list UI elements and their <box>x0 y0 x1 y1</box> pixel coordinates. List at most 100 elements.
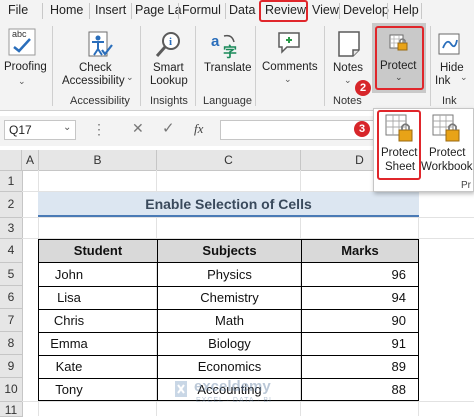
select-all-corner[interactable] <box>0 150 22 171</box>
tab-separator <box>131 3 132 19</box>
name-box-value: Q17 <box>9 123 32 137</box>
cell-marks[interactable]: 90 <box>302 313 406 328</box>
sheet-title: Enable Selection of Cells <box>38 192 419 217</box>
watermark-tagline: EXCEL · DATA · BI <box>196 397 272 404</box>
cell-marks[interactable]: 96 <box>302 267 406 282</box>
chevron-down-icon[interactable]: ⌄ <box>18 76 26 87</box>
row-header[interactable]: 6 <box>0 286 23 309</box>
cell-subject[interactable]: Biology <box>158 336 301 351</box>
row-header[interactable]: 9 <box>0 355 23 378</box>
protect-workbook-line1: Protect <box>429 147 466 159</box>
chevron-down-icon[interactable]: ⌄ <box>126 72 134 83</box>
tab-page-layout[interactable]: Page La <box>135 3 182 17</box>
protect-highlight <box>375 26 424 90</box>
cell-marks[interactable]: 91 <box>302 336 406 351</box>
cell-subject[interactable]: Physics <box>158 267 301 282</box>
check-accessibility-line1[interactable]: Check <box>79 62 112 75</box>
tab-developer[interactable]: Develop <box>343 3 389 17</box>
translate-label[interactable]: Translate <box>204 62 252 75</box>
tab-formulas[interactable]: Formul <box>182 3 221 17</box>
ribbon-separator <box>255 26 256 106</box>
tab-data[interactable]: Data <box>229 3 255 17</box>
row-divider <box>39 309 418 310</box>
review-tab-highlight <box>259 0 308 22</box>
comment-icon[interactable] <box>276 30 302 56</box>
watermark-name: exceldemy <box>194 378 271 395</box>
step-badge-3: 3 <box>354 121 370 137</box>
row-header[interactable]: 11 <box>0 402 23 417</box>
ribbon-tab-bar: File Home Insert Page La Formul Data Rev… <box>0 0 474 23</box>
group-label-language: Language <box>203 95 252 107</box>
tab-separator <box>178 3 179 19</box>
header-marks[interactable]: Marks <box>302 243 418 258</box>
smart-lookup-icon[interactable]: i <box>153 30 183 60</box>
column-header-a[interactable]: A <box>22 150 39 171</box>
grid-line <box>22 217 474 218</box>
tab-file[interactable]: File <box>8 3 28 17</box>
header-student[interactable]: Student <box>39 243 157 258</box>
row-header[interactable]: 7 <box>0 309 23 332</box>
cell-subject[interactable]: Math <box>158 313 301 328</box>
protect-workbook-button[interactable]: Protect Workbook <box>421 111 473 179</box>
proofing-label[interactable]: Proofing <box>4 61 47 74</box>
notes-icon[interactable] <box>336 30 362 58</box>
function-icon[interactable]: fx <box>194 121 203 137</box>
chevron-down-icon[interactable]: ⌄ <box>344 75 352 86</box>
row-header[interactable]: 1 <box>0 171 23 192</box>
cell-student[interactable]: Emma <box>39 336 99 351</box>
row-header[interactable]: 3 <box>0 218 23 239</box>
ribbon-separator <box>430 26 431 106</box>
row-header[interactable]: 5 <box>0 263 23 286</box>
column-header-b[interactable]: B <box>39 150 157 171</box>
row-divider <box>39 355 418 356</box>
cell-student[interactable]: Chris <box>39 313 99 328</box>
cell-student[interactable]: Kate <box>39 359 99 374</box>
group-label-accessibility: Accessibility <box>70 95 130 107</box>
more-dots-icon: ⋮ <box>92 121 106 137</box>
notes-label[interactable]: Notes <box>333 62 363 75</box>
group-label-insights: Insights <box>150 95 188 107</box>
abc-label: abc <box>12 29 27 39</box>
tab-help[interactable]: Help <box>393 3 419 17</box>
cell-student[interactable]: Tony <box>39 382 99 397</box>
hide-ink-icon[interactable] <box>437 30 463 58</box>
tab-insert[interactable]: Insert <box>95 3 126 17</box>
cell-marks[interactable]: 94 <box>302 290 406 305</box>
accessibility-checker-icon[interactable] <box>84 30 114 60</box>
tab-view[interactable]: View <box>312 3 339 17</box>
tab-separator <box>387 3 388 19</box>
cell-subject[interactable]: Economics <box>158 359 301 374</box>
cell-marks[interactable]: 89 <box>302 359 406 374</box>
row-header[interactable]: 4 <box>0 239 23 263</box>
column-header-c[interactable]: C <box>157 150 301 171</box>
cell-student[interactable]: John <box>39 267 99 282</box>
tab-separator <box>42 3 43 19</box>
comments-label[interactable]: Comments <box>262 61 318 74</box>
row-header[interactable]: 2 <box>0 192 23 218</box>
tab-separator <box>339 3 340 19</box>
cancel-icon[interactable]: ✕ <box>132 120 144 137</box>
ribbon-separator <box>324 26 325 106</box>
header-subjects[interactable]: Subjects <box>158 243 301 258</box>
smart-lookup-line1[interactable]: Smart <box>153 62 184 75</box>
enter-check-icon[interactable]: ✓ <box>162 119 175 137</box>
row-header[interactable]: 8 <box>0 332 23 355</box>
cell-student[interactable]: Lisa <box>39 290 99 305</box>
row-divider <box>39 332 418 333</box>
ribbon-separator <box>195 26 196 106</box>
chevron-down-icon[interactable]: ⌄ <box>460 72 468 83</box>
step-badge-2: 2 <box>355 80 371 96</box>
name-box[interactable]: Q17 ⌄ <box>4 120 76 140</box>
hide-ink-line2[interactable]: Ink <box>435 75 450 88</box>
smart-lookup-line2[interactable]: Lookup <box>150 75 188 88</box>
chevron-down-icon[interactable]: ⌄ <box>284 74 292 85</box>
check-accessibility-line2[interactable]: Accessibility <box>62 75 125 88</box>
translate-icon[interactable]: a 字 <box>210 30 240 60</box>
data-table: Student Subjects Marks John Physics 96 L… <box>38 239 419 401</box>
protect-sheet-highlight <box>377 110 421 180</box>
tab-home[interactable]: Home <box>50 3 83 17</box>
chevron-down-icon[interactable]: ⌄ <box>63 122 71 133</box>
cell-subject[interactable]: Chemistry <box>158 290 301 305</box>
exceldemy-logo-icon <box>175 381 187 397</box>
row-header[interactable]: 10 <box>0 378 23 402</box>
